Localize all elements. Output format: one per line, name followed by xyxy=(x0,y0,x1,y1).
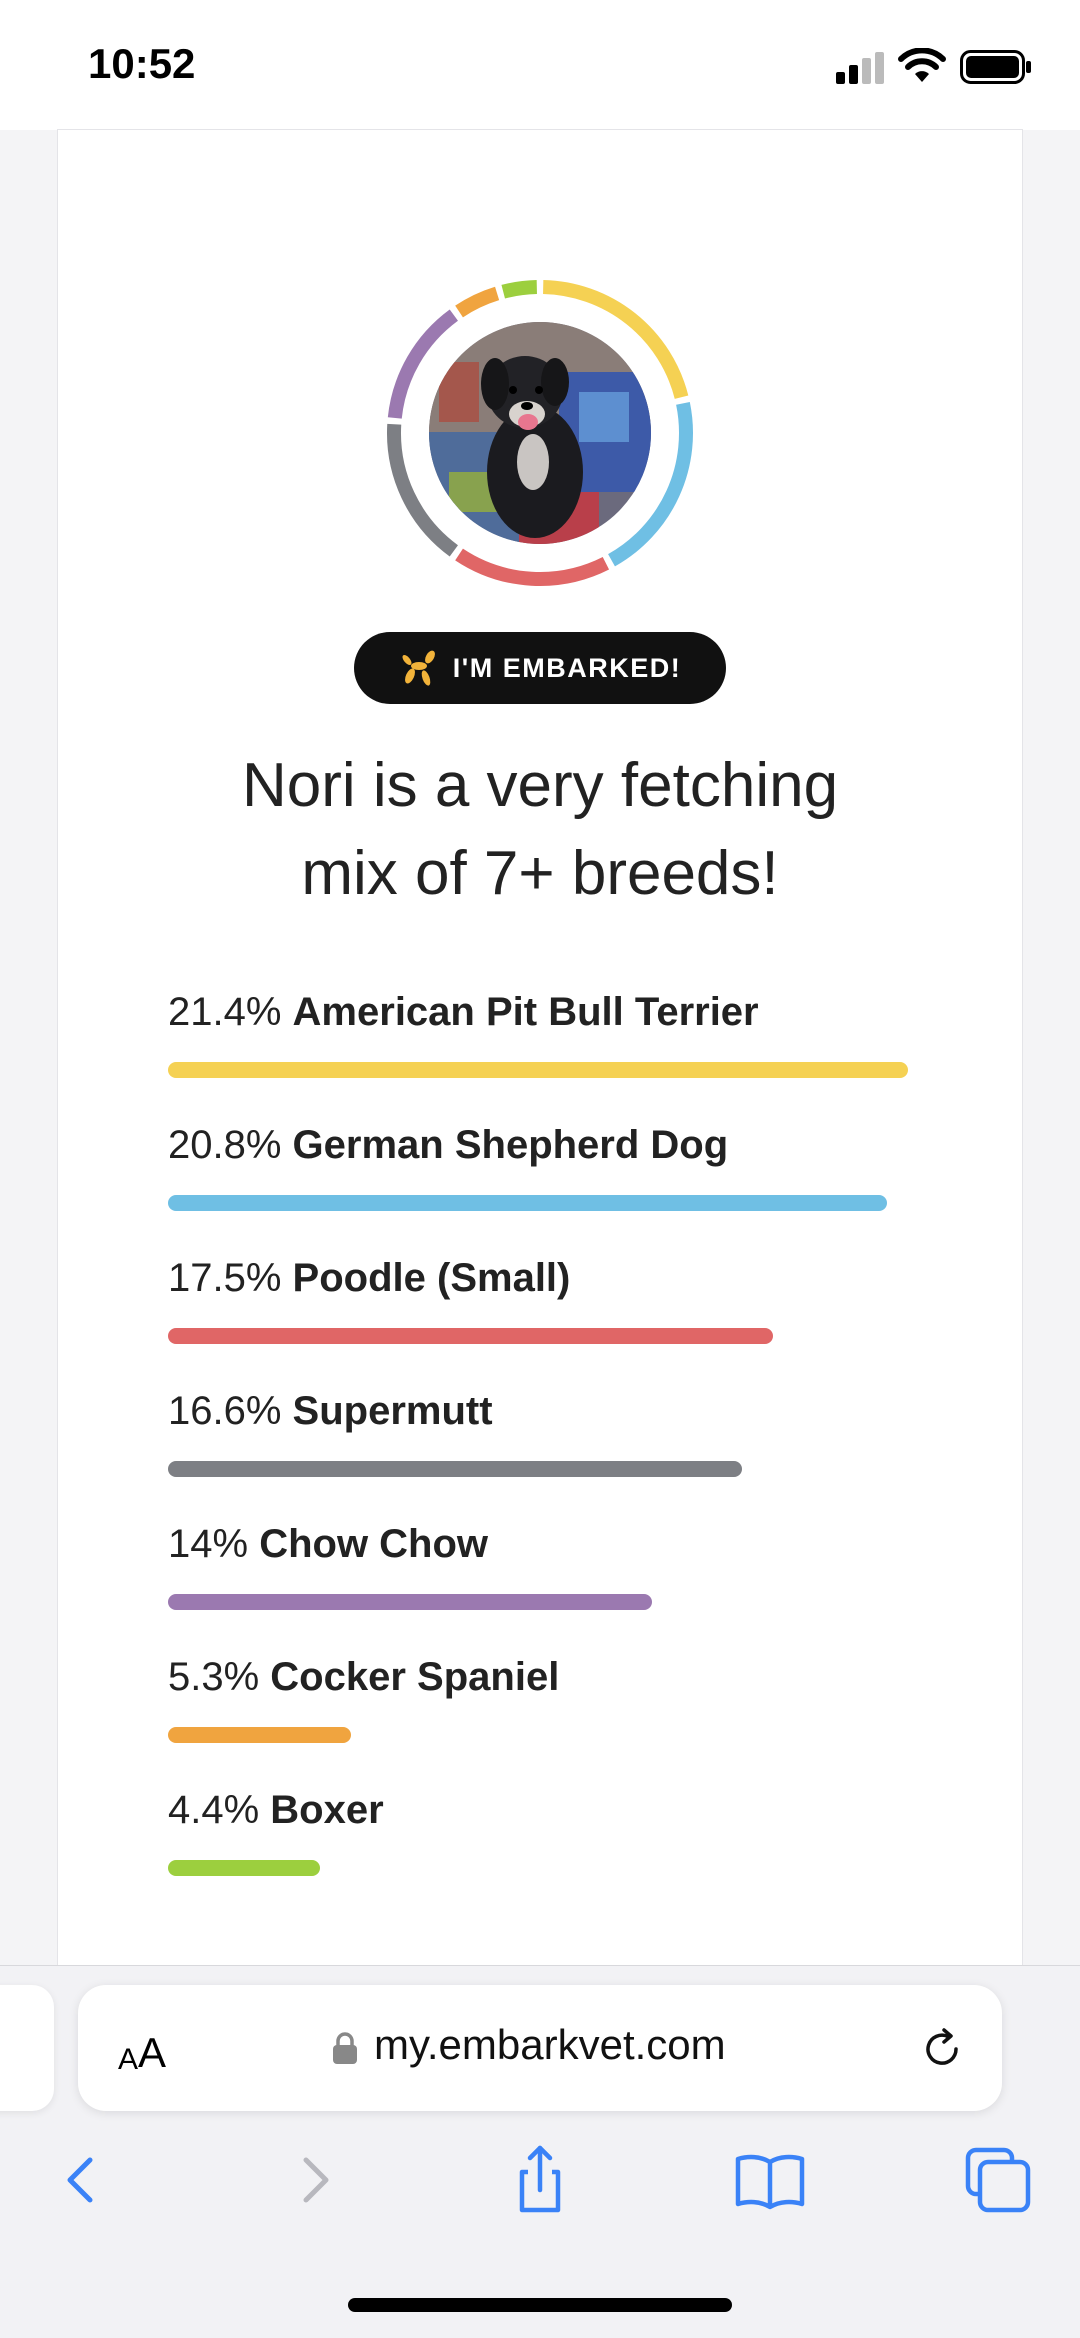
breed-bar xyxy=(168,1461,742,1477)
dog-photo xyxy=(429,322,651,544)
previous-tab-preview[interactable] xyxy=(0,1985,54,2111)
breed-row: 5.3% Cocker Spaniel xyxy=(168,1655,928,1788)
bookmarks-icon[interactable] xyxy=(730,2140,810,2220)
embarked-badge: I'M EMBARKED! xyxy=(354,632,726,704)
breed-percent: 4.4% xyxy=(168,1788,260,1832)
breed-percent: 14% xyxy=(168,1522,249,1566)
breed-row: 16.6% Supermutt xyxy=(168,1389,928,1522)
breed-name: German Shepherd Dog xyxy=(292,1123,729,1167)
tabs-icon[interactable] xyxy=(958,2140,1038,2220)
balloon-dog-icon xyxy=(402,650,435,686)
breed-label: 5.3% Cocker Spaniel xyxy=(168,1655,559,1700)
breed-label: 20.8% German Shepherd Dog xyxy=(168,1123,728,1168)
address-bar[interactable]: AA my.embarkvet.com xyxy=(78,1985,1002,2111)
status-time: 10:52 xyxy=(88,40,196,87)
aa-small-letter: A xyxy=(118,2043,139,2076)
browser-toolbar xyxy=(0,2140,1080,2240)
breed-bar xyxy=(168,1594,652,1610)
breed-percent: 21.4% xyxy=(168,990,282,1034)
status-bar: 10:52 xyxy=(0,0,1080,130)
home-indicator xyxy=(348,2298,732,2312)
breed-bar xyxy=(168,1195,887,1211)
breed-name: Cocker Spaniel xyxy=(270,1655,560,1699)
share-icon[interactable] xyxy=(500,2140,580,2220)
aa-large-letter: A xyxy=(138,2029,167,2076)
back-chevron-icon[interactable] xyxy=(42,2140,122,2220)
cellular-signal-icon xyxy=(836,52,884,84)
breed-percent: 5.3% xyxy=(168,1655,260,1699)
headline-line-2: mix of 7+ breeds! xyxy=(301,839,779,908)
breed-row: 14% Chow Chow xyxy=(168,1522,928,1655)
forward-chevron-icon[interactable] xyxy=(274,2140,354,2220)
breed-label: 4.4% Boxer xyxy=(168,1788,384,1833)
breed-bar xyxy=(168,1860,320,1876)
breed-label: 17.5% Poodle (Small) xyxy=(168,1256,570,1301)
breed-bar xyxy=(168,1062,908,1078)
breed-row: 21.4% American Pit Bull Terrier xyxy=(168,990,928,1123)
breed-ring xyxy=(382,275,698,591)
reload-icon[interactable] xyxy=(918,2025,966,2073)
badge-label: I'M EMBARKED! xyxy=(452,652,682,683)
breed-row: 4.4% Boxer xyxy=(168,1788,928,1921)
breed-bar xyxy=(168,1328,773,1344)
page-title: Nori is a very fetching mix of 7+ breeds… xyxy=(120,742,960,918)
url-text[interactable]: my.embarkvet.com xyxy=(374,2021,726,2069)
breed-name: American Pit Bull Terrier xyxy=(292,990,759,1034)
text-size-button[interactable]: AA xyxy=(118,2021,166,2077)
breed-name: Supermutt xyxy=(292,1389,493,1433)
breed-name: Boxer xyxy=(270,1788,384,1832)
breed-row: 17.5% Poodle (Small) xyxy=(168,1256,928,1389)
breed-name: Poodle (Small) xyxy=(292,1256,571,1300)
headline-line-1: Nori is a very fetching xyxy=(241,751,839,820)
breed-bar xyxy=(168,1727,351,1743)
battery-icon xyxy=(960,50,1031,84)
breed-label: 21.4% American Pit Bull Terrier xyxy=(168,990,759,1035)
breed-label: 14% Chow Chow xyxy=(168,1522,488,1567)
ring-segment xyxy=(455,286,500,318)
lock-icon xyxy=(333,2032,357,2064)
breed-row: 20.8% German Shepherd Dog xyxy=(168,1123,928,1256)
ring-segment xyxy=(501,280,538,299)
breed-label: 16.6% Supermutt xyxy=(168,1389,493,1434)
ring-segment xyxy=(455,548,610,586)
breed-name: Chow Chow xyxy=(259,1522,489,1566)
breed-percent: 20.8% xyxy=(168,1123,282,1167)
breed-percent: 17.5% xyxy=(168,1256,282,1300)
breed-list: 21.4% American Pit Bull Terrier 20.8% Ge… xyxy=(168,990,928,1921)
breed-percent: 16.6% xyxy=(168,1389,282,1433)
wifi-icon xyxy=(898,48,946,82)
